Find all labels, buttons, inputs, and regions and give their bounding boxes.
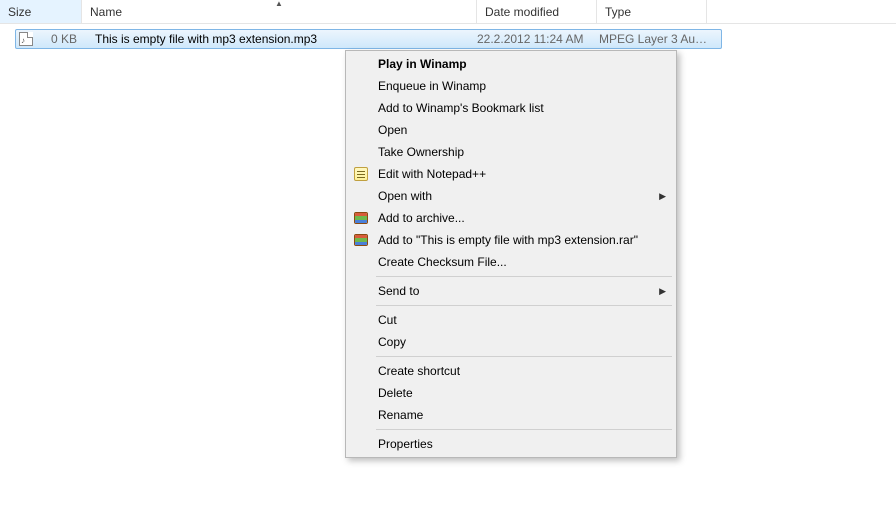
ctx-add-rar-label: Add to "This is empty file with mp3 exte… [378,233,638,247]
file-size: 0 KB [36,32,83,46]
ctx-open-label: Open [378,123,407,137]
ctx-add-archive-label: Add to archive... [378,211,465,225]
ctx-play-winamp[interactable]: Play in Winamp [348,53,674,75]
context-menu-separator [376,356,672,357]
file-date: 22.2.2012 11:24 AM [477,32,599,46]
ctx-rename-label: Rename [378,408,423,422]
ctx-bookmark-winamp-label: Add to Winamp's Bookmark list [378,101,544,115]
submenu-arrow-icon: ▶ [659,191,666,202]
file-icon-cell: ♪ [16,32,36,46]
ctx-open-with-label: Open with [378,189,432,203]
ctx-edit-notepadpp[interactable]: Edit with Notepad++ [348,163,674,185]
ctx-copy[interactable]: Copy [348,331,674,353]
ctx-copy-label: Copy [378,335,406,349]
column-header-name[interactable]: Name ▲ [82,0,477,23]
file-row[interactable]: ♪ 0 KB This is empty file with mp3 exten… [15,29,722,49]
ctx-enqueue-winamp[interactable]: Enqueue in Winamp [348,75,674,97]
ctx-cut[interactable]: Cut [348,309,674,331]
ctx-cut-label: Cut [378,313,397,327]
column-header-name-label: Name [90,5,122,19]
ctx-checksum[interactable]: Create Checksum File... [348,251,674,273]
archive-icon [353,232,369,248]
column-header-row: Size Name ▲ Date modified Type [0,0,896,24]
ctx-checksum-label: Create Checksum File... [378,255,507,269]
context-menu: Play in Winamp Enqueue in Winamp Add to … [345,50,677,458]
ctx-take-ownership-label: Take Ownership [378,145,464,159]
ctx-send-to[interactable]: Send to ▶ [348,280,674,302]
ctx-properties-label: Properties [378,437,433,451]
ctx-edit-notepadpp-label: Edit with Notepad++ [378,167,486,181]
column-header-size[interactable]: Size [0,0,82,23]
ctx-add-archive[interactable]: Add to archive... [348,207,674,229]
context-menu-separator [376,305,672,306]
ctx-send-to-label: Send to [378,284,419,298]
ctx-enqueue-winamp-label: Enqueue in Winamp [378,79,486,93]
ctx-bookmark-winamp[interactable]: Add to Winamp's Bookmark list [348,97,674,119]
ctx-take-ownership[interactable]: Take Ownership [348,141,674,163]
ctx-create-shortcut[interactable]: Create shortcut [348,360,674,382]
submenu-arrow-icon: ▶ [659,286,666,297]
ctx-add-rar[interactable]: Add to "This is empty file with mp3 exte… [348,229,674,251]
ctx-open[interactable]: Open [348,119,674,141]
column-header-date[interactable]: Date modified [477,0,597,23]
audio-file-icon: ♪ [19,32,33,46]
file-type: MPEG Layer 3 Aud... [599,32,709,46]
context-menu-separator [376,276,672,277]
sort-ascending-icon: ▲ [275,0,283,8]
ctx-rename[interactable]: Rename [348,404,674,426]
notepadpp-icon [353,166,369,182]
file-name: This is empty file with mp3 extension.mp… [83,32,477,46]
ctx-create-shortcut-label: Create shortcut [378,364,460,378]
ctx-open-with[interactable]: Open with ▶ [348,185,674,207]
ctx-play-winamp-label: Play in Winamp [378,57,467,71]
archive-icon [353,210,369,226]
ctx-delete[interactable]: Delete [348,382,674,404]
ctx-properties[interactable]: Properties [348,433,674,455]
context-menu-separator [376,429,672,430]
column-header-type[interactable]: Type [597,0,707,23]
ctx-delete-label: Delete [378,386,413,400]
